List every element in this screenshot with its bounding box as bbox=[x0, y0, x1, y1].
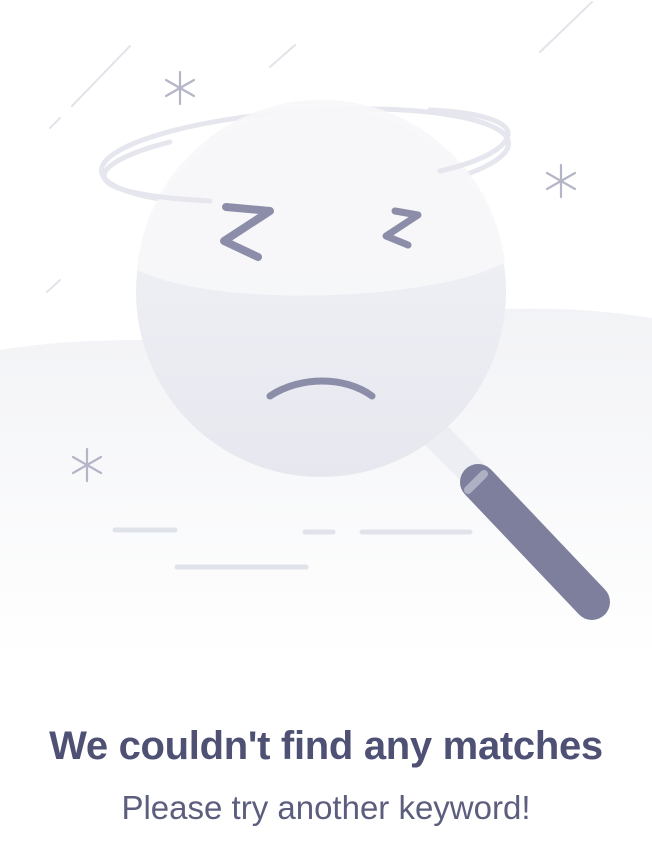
empty-state-illustration bbox=[0, 0, 652, 660]
sleepy-magnifying-glass-icon bbox=[0, 1, 652, 660]
empty-state-subtitle: Please try another keyword! bbox=[121, 789, 531, 826]
sparkle-icon bbox=[164, 70, 196, 106]
empty-state-title: We couldn't find any matches bbox=[49, 724, 603, 768]
sparkle-icon bbox=[545, 163, 577, 199]
